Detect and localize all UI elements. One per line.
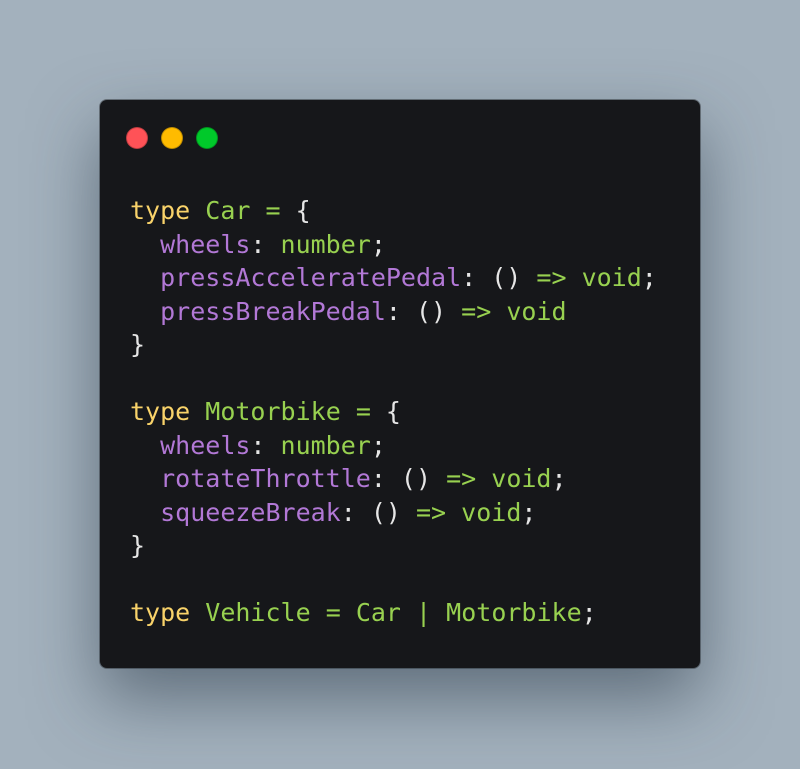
code-token-punctuation (250, 196, 265, 225)
code-token-punctuation (130, 464, 160, 493)
code-token-type-name: | (416, 598, 432, 627)
code-token-type-name: Car (355, 598, 401, 627)
code-token-punctuation (190, 196, 205, 225)
code-token-property: wheels (160, 229, 251, 259)
code-token-punctuation: : (250, 229, 281, 259)
code-token-type-name: => (536, 263, 567, 292)
code-line: pressBreakPedal: () => void (130, 295, 657, 329)
code-token-type-name: number (280, 229, 371, 259)
code-token-punctuation (567, 263, 582, 292)
code-token-type-name: number (280, 430, 371, 460)
code-token-punctuation: ; (370, 430, 386, 460)
code-token-punctuation: ; (581, 598, 597, 627)
code-token-type-name: Car (205, 196, 251, 225)
code-token-type-name: void (581, 263, 642, 292)
code-token-keyword: type (130, 196, 191, 225)
code-token-punctuation: ; (521, 497, 537, 527)
code-line: pressAcceleratePedal: () => void; (130, 261, 657, 295)
code-token-type-name: = (325, 598, 341, 627)
code-token-punctuation (130, 263, 160, 292)
code-token-keyword: type (130, 598, 191, 627)
code-token-property: pressAcceleratePedal (160, 263, 462, 292)
code-token-punctuation (476, 464, 491, 493)
code-token-punctuation: : () (340, 497, 416, 527)
code-token-punctuation (311, 598, 326, 627)
code-token-type-name: void (506, 296, 567, 326)
code-token-punctuation: ; (370, 229, 386, 259)
code-line: wheels: number; (130, 228, 657, 262)
code-block: type Car = { wheels: number; pressAccele… (130, 194, 657, 630)
code-token-punctuation: : () (461, 263, 537, 292)
maximize-dot-icon[interactable] (196, 127, 218, 149)
code-token-property: pressBreakPedal (160, 296, 386, 326)
code-token-type-name: Motorbike (446, 598, 582, 627)
code-line: type Car = { (130, 194, 657, 228)
code-token-punctuation (446, 498, 461, 527)
code-token-type-name: Motorbike (205, 397, 341, 426)
code-token-type-name: = (355, 397, 371, 426)
code-token-punctuation (130, 431, 160, 460)
code-token-property: squeezeBreak (160, 497, 341, 527)
code-token-punctuation (341, 598, 356, 627)
code-token-punctuation (130, 297, 160, 326)
code-line: type Motorbike = { (130, 395, 657, 429)
code-token-type-name: = (265, 196, 281, 225)
code-token-punctuation (431, 598, 446, 627)
code-token-punctuation (130, 498, 160, 527)
code-token-type-name: => (461, 296, 492, 326)
code-line: } (130, 529, 657, 563)
code-token-punctuation (130, 230, 160, 259)
code-token-punctuation: ; (641, 263, 657, 292)
window-controls (126, 127, 218, 149)
code-line: type Vehicle = Car | Motorbike; (130, 596, 657, 630)
code-token-punctuation (491, 297, 506, 326)
code-token-punctuation: : () (370, 464, 447, 493)
code-token-punctuation: ; (551, 464, 567, 493)
close-dot-icon[interactable] (126, 127, 148, 149)
code-token-punctuation (190, 397, 205, 426)
code-token-type-name: Vehicle (205, 598, 311, 627)
code-line: wheels: number; (130, 429, 657, 463)
code-line: } (130, 328, 657, 362)
code-token-type-name: void (461, 497, 522, 527)
code-token-type-name: => (416, 497, 447, 527)
code-token-punctuation: } (130, 531, 146, 560)
code-token-type-name: => (446, 464, 477, 493)
code-token-punctuation: { (370, 397, 401, 426)
code-line: rotateThrottle: () => void; (130, 462, 657, 496)
code-token-type-name: void (491, 464, 552, 493)
code-token-punctuation (401, 598, 416, 627)
code-line: squeezeBreak: () => void; (130, 496, 657, 530)
code-token-punctuation: : (250, 430, 281, 460)
code-window: type Car = { wheels: number; pressAccele… (100, 100, 700, 668)
minimize-dot-icon[interactable] (161, 127, 183, 149)
code-token-property: rotateThrottle (160, 464, 371, 493)
code-token-punctuation (341, 397, 356, 426)
code-token-punctuation: { (280, 196, 311, 225)
code-token-punctuation: : () (385, 296, 462, 326)
code-token-punctuation (190, 598, 205, 627)
code-token-property: wheels (160, 430, 251, 460)
code-token-punctuation: } (130, 330, 146, 359)
code-token-keyword: type (130, 397, 191, 426)
